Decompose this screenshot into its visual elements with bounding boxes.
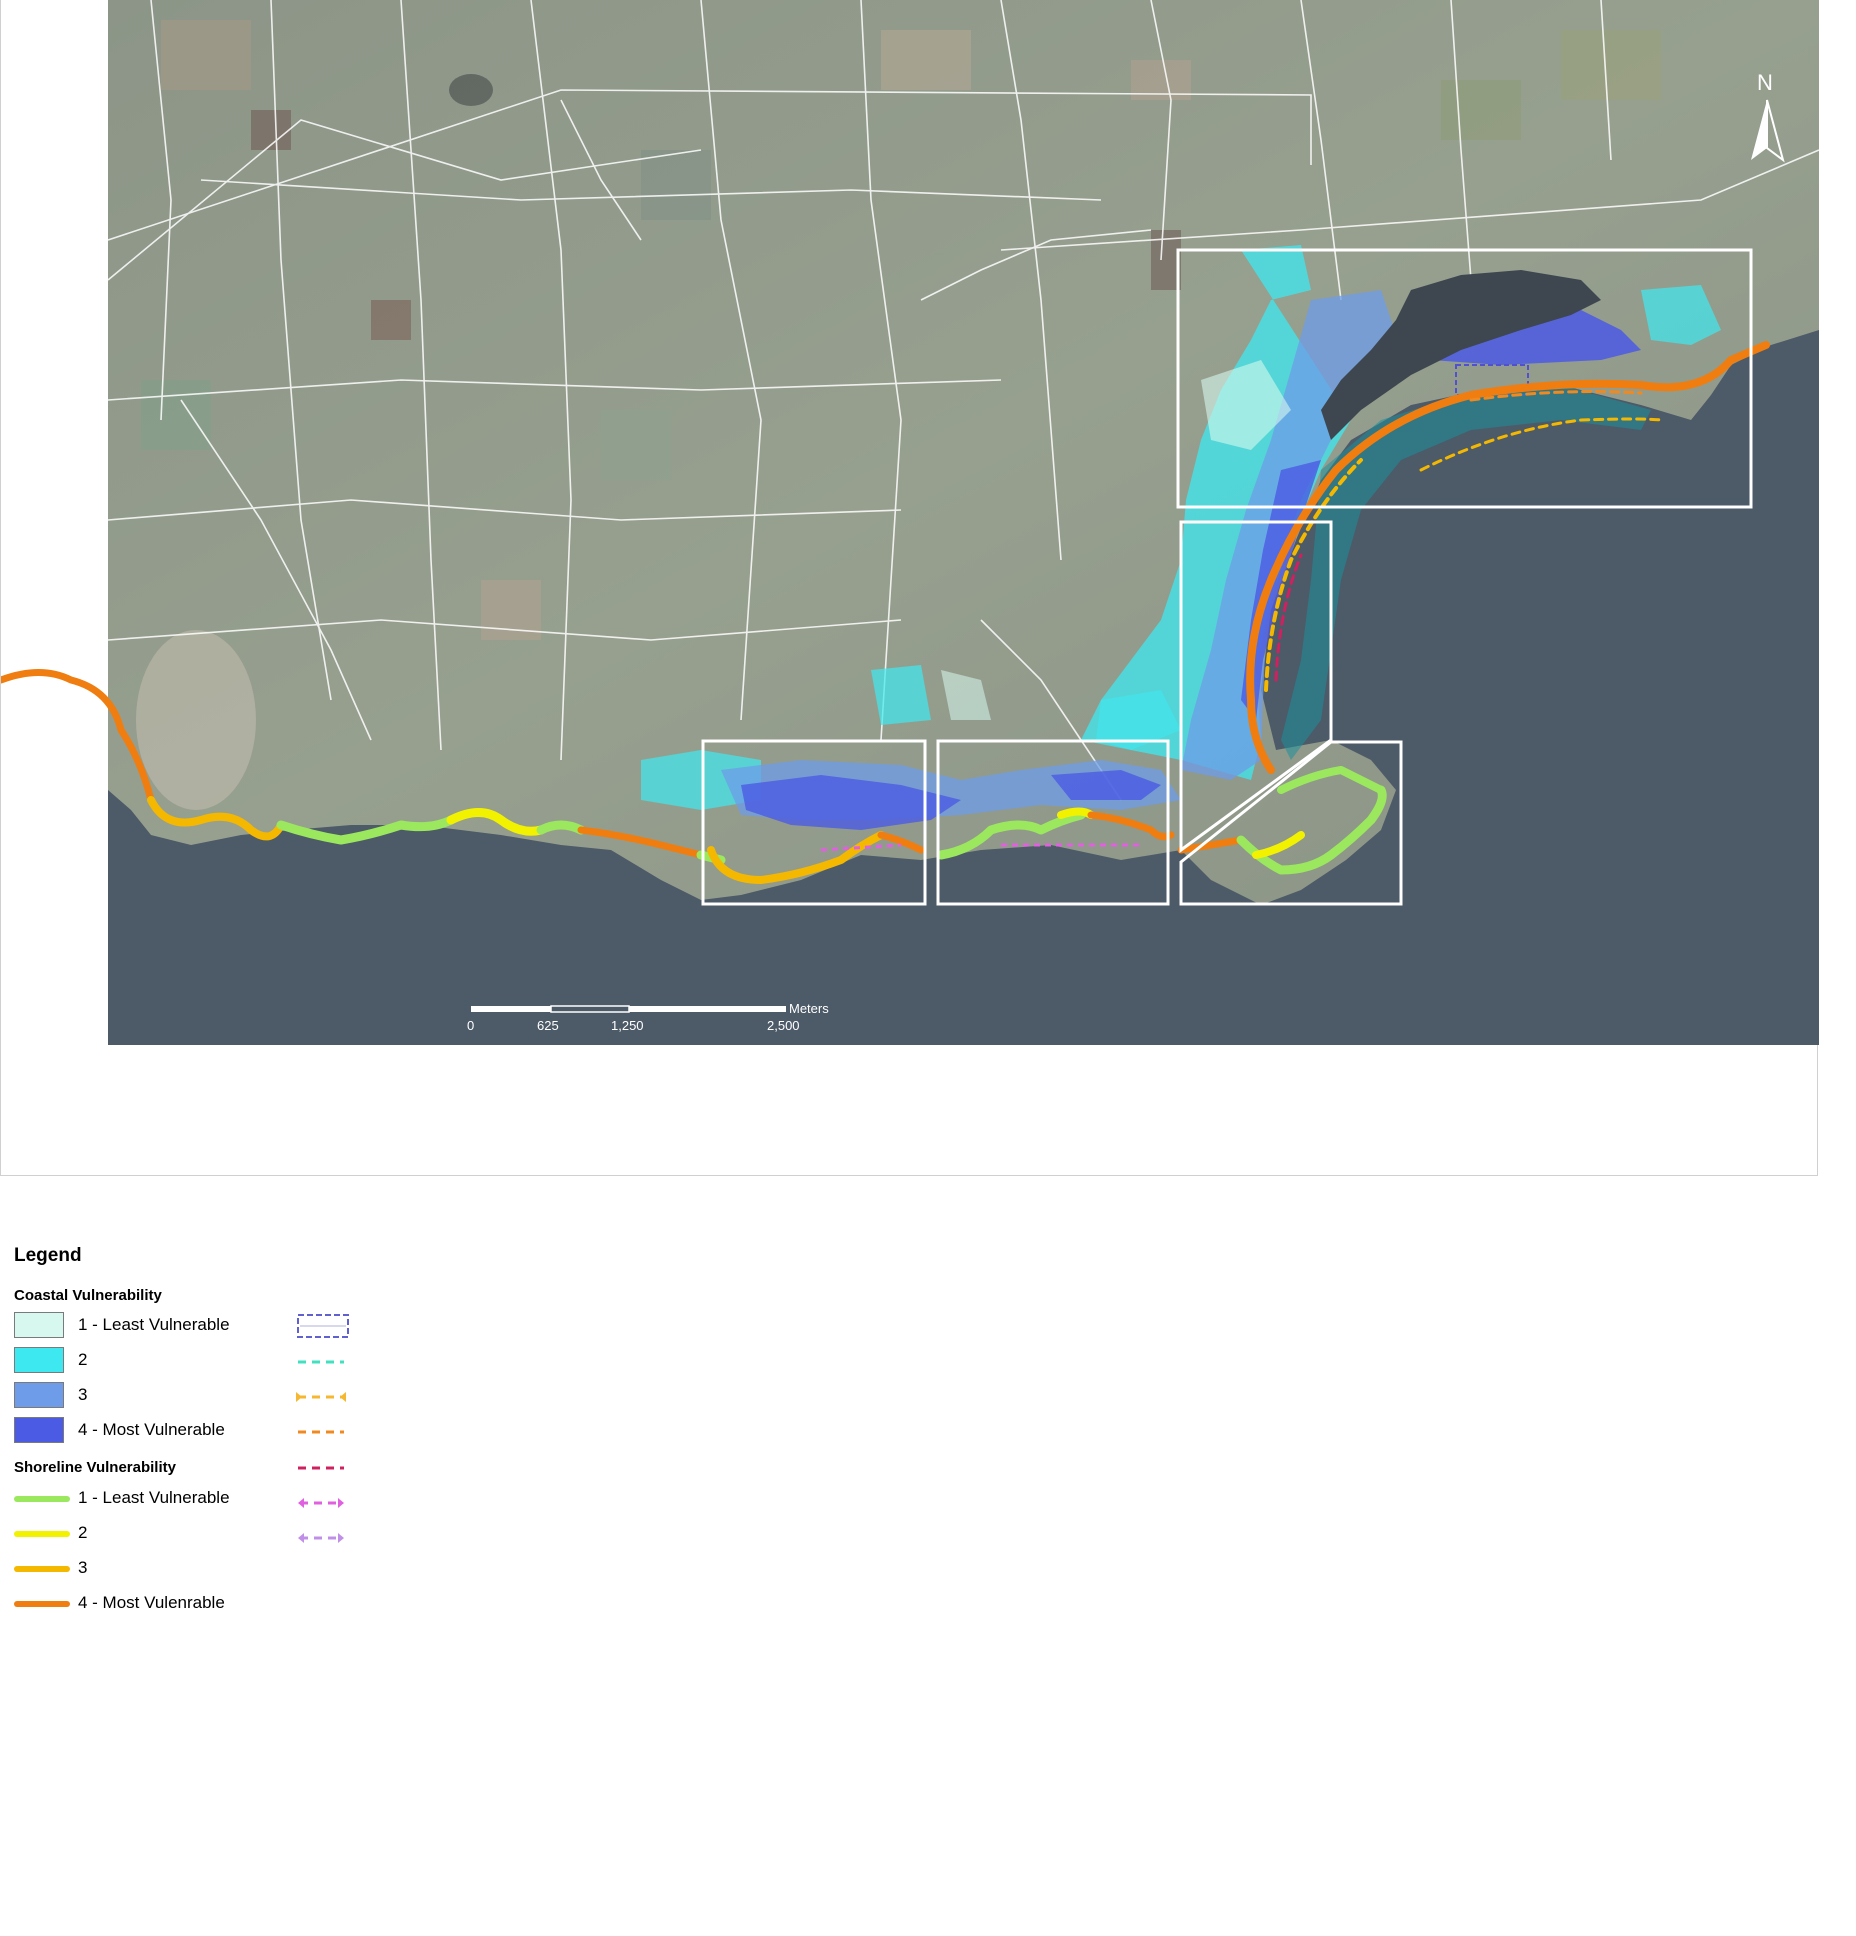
dashed-orange-symbol: [298, 1430, 344, 1434]
coastal-2-swatch: [14, 1347, 64, 1373]
north-label: N: [1757, 70, 1773, 95]
shore-4-label: 4 - Most Vulenrable: [78, 1593, 225, 1612]
dashed-cyan-symbol: [298, 1360, 344, 1364]
shoreline-vulnerability-heading: Shoreline Vulnerability: [14, 1459, 176, 1476]
coastal-4-swatch: [14, 1417, 64, 1443]
dashed-arrow-lilac-symbol: [298, 1533, 344, 1543]
coastal-4-label: 4 - Most Vulnerable: [78, 1420, 225, 1439]
legend-shore-3: 3: [14, 1555, 274, 1583]
dashed-crimson-symbol: [298, 1466, 344, 1470]
shore-2-label: 2: [78, 1523, 88, 1542]
scale-tick-625: 625: [537, 1018, 559, 1033]
dashed-arrow-yellow-symbol: [296, 1392, 346, 1402]
scale-tick-0: 0: [467, 1018, 474, 1033]
legend-coastal-2: 2: [14, 1347, 274, 1375]
legend-shore-2: 2: [14, 1520, 274, 1548]
scale-unit: Meters: [789, 1001, 829, 1016]
dashed-arrow-magenta-symbol: [298, 1498, 344, 1508]
shore-1-line: [14, 1496, 70, 1502]
legend-shore-4: 4 - Most Vulenrable: [14, 1590, 274, 1618]
coastal-1-swatch: [14, 1312, 64, 1338]
map-frame: Meters 0 625 1,250 2,500 N: [0, 0, 1819, 1176]
hatched-area-symbol: [297, 1314, 349, 1338]
legend-coastal-4: 4 - Most Vulnerable: [14, 1417, 274, 1445]
shore-3-label: 3: [78, 1558, 88, 1577]
coastal-1-label: 1 - Least Vulnerable: [78, 1315, 230, 1334]
coastal-3-label: 3: [78, 1385, 88, 1404]
shore-4-line: [14, 1601, 70, 1607]
coastal-2-label: 2: [78, 1350, 88, 1369]
coastal-3-swatch: [14, 1382, 64, 1408]
scale-tick-2500: 2,500: [767, 1018, 800, 1033]
legend-title: Legend: [14, 1245, 82, 1266]
legend-shore-1: 1 - Least Vulnerable: [14, 1485, 274, 1513]
shore-3-line: [14, 1566, 70, 1572]
legend-coastal-3: 3: [14, 1382, 274, 1410]
shore-1-label: 1 - Least Vulnerable: [78, 1488, 230, 1507]
scale-tick-1250: 1,250: [611, 1018, 644, 1033]
map-canvas[interactable]: Meters 0 625 1,250 2,500 N: [1, 0, 1819, 1176]
legend-coastal-1: 1 - Least Vulnerable: [14, 1312, 274, 1340]
legend: Legend Coastal Vulnerability 1 - Least V…: [10, 1245, 410, 1625]
shore-2-line: [14, 1531, 70, 1537]
coastal-vulnerability-heading: Coastal Vulnerability: [14, 1287, 162, 1304]
